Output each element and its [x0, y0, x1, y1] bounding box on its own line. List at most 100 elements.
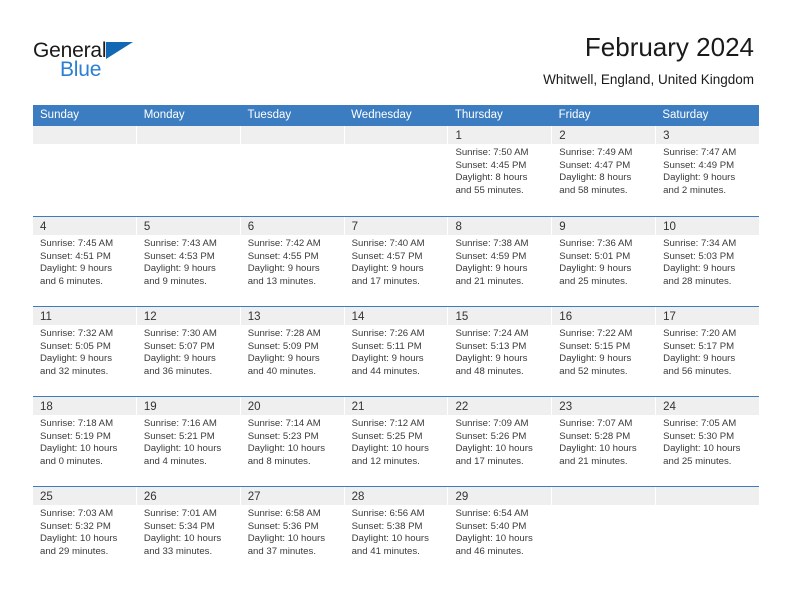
day-detail-line: Daylight: 10 hours	[143, 533, 222, 545]
day-detail-line: Sunrise: 7:32 AM	[40, 328, 114, 339]
calendar-day-cell[interactable]: 8 Sunrise: 7:38 AM Sunset: 4:59 PM Daylight…	[448, 217, 553, 306]
day-number-band: 13	[240, 307, 344, 325]
calendar-day-cell[interactable]: 15 Sunrise: 7:24 AM Sunset: 5:13 PM Dayligh…	[448, 307, 553, 396]
calendar-day-cell[interactable]: 28 Sunrise: 6:56 AM Sunset: 5:38 PM Dayligh…	[344, 487, 449, 576]
day-number-band: 4	[33, 217, 136, 235]
day-detail-line: Daylight: 10 hours	[663, 443, 741, 455]
day-number-band	[240, 126, 344, 144]
day-number: 3	[663, 130, 670, 142]
calendar-day-cell[interactable]: 26 Sunrise: 7:01 AM Sunset: 5:34 PM Dayligh…	[136, 487, 241, 576]
day-number-band: 11	[33, 307, 136, 325]
calendar-day-cell-empty	[656, 487, 760, 576]
day-detail-text: Sunrise: 7:32 AM Sunset: 5:05 PM Daylight:…	[33, 325, 136, 378]
day-detail-line: Sunset: 4:51 PM	[40, 250, 111, 262]
day-detail-line: Sunset: 4:45 PM	[455, 159, 527, 171]
day-detail-line: Sunset: 5:07 PM	[143, 340, 215, 352]
triangle-icon	[106, 42, 133, 59]
calendar-day-cell[interactable]: 27 Sunrise: 6:58 AM Sunset: 5:36 PM Dayligh…	[240, 487, 345, 576]
day-detail-line: and 40 minutes.	[247, 365, 316, 377]
day-detail-line: Daylight: 8 hours	[559, 172, 632, 184]
day-number: 13	[247, 311, 261, 323]
day-detail-line: and 21 minutes.	[559, 455, 628, 467]
day-detail-text: Sunrise: 7:22 AM Sunset: 5:15 PM Daylight:…	[552, 325, 655, 378]
day-number-band: 6	[240, 217, 344, 235]
calendar-day-cell[interactable]: 23 Sunrise: 7:07 AM Sunset: 5:28 PM Dayligh…	[552, 397, 657, 486]
day-detail-line: and 21 minutes.	[455, 275, 524, 287]
day-detail-text: Sunrise: 7:40 AM Sunset: 4:57 PM Daylight:…	[345, 235, 448, 288]
day-detail-line: Sunrise: 7:40 AM	[351, 238, 425, 249]
calendar-day-cell[interactable]: 22 Sunrise: 7:09 AM Sunset: 5:26 PM Dayligh…	[448, 397, 553, 486]
calendar-day-cell[interactable]: 19 Sunrise: 7:16 AM Sunset: 5:21 PM Dayligh…	[136, 397, 241, 486]
day-number-band	[552, 487, 656, 505]
calendar-day-cell[interactable]: 10 Sunrise: 7:34 AM Sunset: 5:03 PM Dayligh…	[656, 217, 760, 306]
day-detail-line: Sunrise: 7:36 AM	[559, 238, 633, 249]
calendar-day-cell[interactable]: 17 Sunrise: 7:20 AM Sunset: 5:17 PM Dayligh…	[656, 307, 760, 396]
day-detail-line: Sunrise: 7:05 AM	[663, 418, 737, 429]
calendar-week-row: 1 Sunrise: 7:50 AM Sunset: 4:45 PM Daylight…	[33, 126, 760, 216]
day-detail-line: and 32 minutes.	[40, 365, 109, 377]
calendar-day-cell[interactable]: 18 Sunrise: 7:18 AM Sunset: 5:19 PM Dayligh…	[33, 397, 137, 486]
calendar-day-cell[interactable]: 4 Sunrise: 7:45 AM Sunset: 4:51 PM Daylight…	[33, 217, 137, 306]
day-number: 6	[247, 221, 255, 233]
calendar-day-cell[interactable]: 12 Sunrise: 7:30 AM Sunset: 5:07 PM Dayligh…	[136, 307, 241, 396]
day-number-band: 1	[448, 126, 552, 144]
day-detail-line: Daylight: 10 hours	[455, 533, 533, 545]
day-number: 2	[559, 130, 566, 142]
day-detail-line: and 52 minutes.	[559, 365, 628, 377]
day-detail-line: Daylight: 9 hours	[143, 353, 216, 365]
calendar-day-cell[interactable]: 14 Sunrise: 7:26 AM Sunset: 5:11 PM Dayligh…	[344, 307, 449, 396]
day-detail-line: Sunset: 5:13 PM	[455, 340, 527, 352]
day-detail-line: Sunrise: 6:58 AM	[247, 508, 321, 519]
day-detail-line: Sunrise: 7:09 AM	[455, 418, 529, 429]
day-number: 28	[351, 491, 365, 503]
day-number: 23	[559, 401, 573, 413]
day-detail-line: Daylight: 9 hours	[663, 172, 736, 184]
calendar-day-cell[interactable]: 13 Sunrise: 7:28 AM Sunset: 5:09 PM Dayligh…	[240, 307, 345, 396]
day-number: 12	[143, 311, 157, 323]
calendar-page: General Blue February 2024 Whitwell, Eng…	[0, 0, 792, 612]
calendar-day-cell[interactable]: 2 Sunrise: 7:49 AM Sunset: 4:47 PM Daylight…	[552, 126, 657, 216]
day-detail-text: Sunrise: 6:54 AM Sunset: 5:40 PM Daylight:…	[448, 505, 551, 558]
day-detail-line: and 4 minutes.	[143, 455, 207, 467]
calendar-day-cell[interactable]: 1 Sunrise: 7:50 AM Sunset: 4:45 PM Daylight…	[448, 126, 553, 216]
calendar-day-cell[interactable]: 16 Sunrise: 7:22 AM Sunset: 5:15 PM Dayligh…	[552, 307, 657, 396]
calendar-day-cell[interactable]: 6 Sunrise: 7:42 AM Sunset: 4:55 PM Daylight…	[240, 217, 345, 306]
day-detail-text: Sunrise: 7:12 AM Sunset: 5:25 PM Daylight:…	[345, 415, 448, 468]
day-detail-line: Daylight: 10 hours	[143, 443, 222, 455]
calendar-day-cell[interactable]: 5 Sunrise: 7:43 AM Sunset: 4:53 PM Daylight…	[136, 217, 241, 306]
day-detail-text: Sunrise: 7:16 AM Sunset: 5:21 PM Daylight:…	[137, 415, 240, 468]
day-detail-line: Daylight: 9 hours	[40, 263, 112, 275]
day-number: 5	[143, 221, 151, 233]
day-detail-line: Daylight: 9 hours	[455, 263, 528, 275]
day-detail-line: Sunrise: 7:42 AM	[247, 238, 321, 249]
calendar-day-cell[interactable]: 29 Sunrise: 6:54 AM Sunset: 5:40 PM Dayligh…	[448, 487, 553, 576]
day-detail-text: Sunrise: 7:30 AM Sunset: 5:07 PM Daylight:…	[137, 325, 240, 378]
calendar-day-cell[interactable]: 3 Sunrise: 7:47 AM Sunset: 4:49 PM Daylight…	[656, 126, 760, 216]
day-detail-line: and 13 minutes.	[247, 275, 316, 287]
day-detail-text: Sunrise: 7:47 AM Sunset: 4:49 PM Daylight:…	[656, 144, 759, 197]
day-detail-line: Sunrise: 7:30 AM	[143, 328, 217, 339]
calendar-day-cell[interactable]: 25 Sunrise: 7:03 AM Sunset: 5:32 PM Dayligh…	[33, 487, 137, 576]
day-number: 9	[559, 221, 566, 233]
day-detail-line: Daylight: 9 hours	[663, 263, 736, 275]
day-number-band	[344, 126, 448, 144]
day-detail-line: Daylight: 9 hours	[455, 353, 528, 365]
day-detail-line: Daylight: 10 hours	[351, 443, 429, 455]
calendar-day-cell[interactable]: 9 Sunrise: 7:36 AM Sunset: 5:01 PM Daylight…	[552, 217, 657, 306]
calendar-day-cell[interactable]: 11 Sunrise: 7:32 AM Sunset: 5:05 PM Dayligh…	[33, 307, 137, 396]
day-number-band: 16	[552, 307, 656, 325]
day-detail-line: Sunrise: 7:07 AM	[559, 418, 633, 429]
calendar-week-row: 4 Sunrise: 7:45 AM Sunset: 4:51 PM Daylight…	[33, 216, 760, 306]
calendar-day-cell[interactable]: 7 Sunrise: 7:40 AM Sunset: 4:57 PM Daylight…	[344, 217, 449, 306]
calendar-day-cell[interactable]: 21 Sunrise: 7:12 AM Sunset: 5:25 PM Dayligh…	[344, 397, 449, 486]
day-detail-line: Daylight: 9 hours	[663, 353, 736, 365]
day-detail-text: Sunrise: 7:28 AM Sunset: 5:09 PM Daylight:…	[241, 325, 344, 378]
day-detail-line: Sunrise: 7:01 AM	[143, 508, 217, 519]
day-number-band: 15	[448, 307, 552, 325]
calendar-day-cell-empty	[552, 487, 657, 576]
calendar-day-cell[interactable]: 20 Sunrise: 7:14 AM Sunset: 5:23 PM Dayligh…	[240, 397, 345, 486]
day-detail-line: Sunset: 5:36 PM	[247, 520, 319, 532]
day-detail-line: Sunset: 4:57 PM	[351, 250, 423, 262]
calendar-day-cell[interactable]: 24 Sunrise: 7:05 AM Sunset: 5:30 PM Dayligh…	[656, 397, 760, 486]
day-detail-line: Daylight: 9 hours	[351, 263, 424, 275]
